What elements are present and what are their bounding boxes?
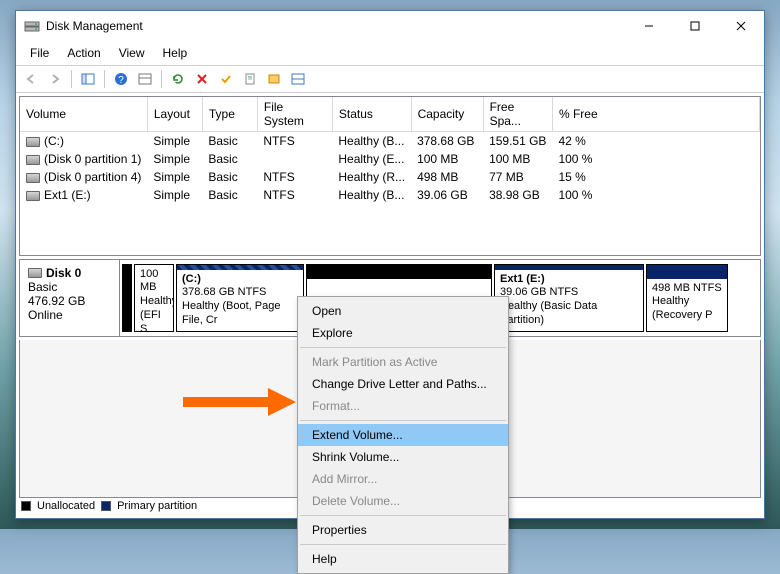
partition[interactable]: Ext1 (E:)39.06 GB NTFSHealthy (Basic Dat… [494,264,644,332]
titlebar[interactable]: Disk Management [16,11,764,41]
ctx-format: Format... [298,395,508,417]
menubar: File Action View Help [16,41,764,65]
window-title: Disk Management [46,19,626,33]
ctx-change-letter[interactable]: Change Drive Letter and Paths... [298,373,508,395]
help-button[interactable]: ? [110,68,132,90]
menu-action[interactable]: Action [59,43,108,63]
legend-swatch-unallocated [21,501,31,511]
minimize-button[interactable] [626,11,672,41]
action-button[interactable] [263,68,285,90]
scope-button[interactable] [77,68,99,90]
disk-type: Basic [28,280,57,294]
delete-button[interactable] [191,68,213,90]
col-capacity[interactable]: Capacity [411,97,483,132]
col-type[interactable]: Type [202,97,257,132]
volume-row[interactable]: (Disk 0 partition 4)SimpleBasicNTFSHealt… [20,168,760,186]
disk-state: Online [28,308,63,322]
partition[interactable]: 100 MBHealthy (EFI S [134,264,174,332]
disk-size: 476.92 GB [28,294,85,308]
ctx-open[interactable]: Open [298,300,508,322]
volume-row[interactable]: (C:)SimpleBasicNTFSHealthy (B...378.68 G… [20,132,760,151]
volume-row[interactable]: Ext1 (E:)SimpleBasicNTFSHealthy (B...39.… [20,186,760,204]
ctx-mark-active: Mark Partition as Active [298,351,508,373]
col-status[interactable]: Status [332,97,411,132]
disk-header[interactable]: Disk 0 Basic 476.92 GB Online [20,260,120,336]
volume-row[interactable]: (Disk 0 partition 1)SimpleBasicHealthy (… [20,150,760,168]
properties-button[interactable] [239,68,261,90]
col-volume[interactable]: Volume [20,97,147,132]
settings-button[interactable] [134,68,156,90]
volume-list[interactable]: Volume Layout Type File System Status Ca… [19,96,761,256]
menu-help[interactable]: Help [155,43,196,63]
disk-icon [28,268,42,278]
col-pct[interactable]: % Free [552,97,759,132]
legend-primary: Primary partition [117,500,197,512]
ctx-help[interactable]: Help [298,548,508,570]
menu-file[interactable]: File [22,43,57,63]
apply-button[interactable] [215,68,237,90]
disk-label: Disk 0 [46,266,81,280]
refresh-button[interactable] [167,68,189,90]
partition[interactable]: 498 MB NTFSHealthy (Recovery P [646,264,728,332]
layout-button[interactable] [287,68,309,90]
context-menu: Open Explore Mark Partition as Active Ch… [297,296,509,574]
legend-swatch-primary [101,501,111,511]
ctx-extend-volume[interactable]: Extend Volume... [298,424,508,446]
ctx-delete-volume: Delete Volume... [298,490,508,512]
ctx-explore[interactable]: Explore [298,322,508,344]
ctx-shrink-volume[interactable]: Shrink Volume... [298,446,508,468]
ctx-add-mirror: Add Mirror... [298,468,508,490]
app-icon [24,18,40,34]
toolbar: ? [16,65,764,93]
legend-unallocated: Unallocated [37,500,95,512]
back-button [20,68,42,90]
volume-header-row[interactable]: Volume Layout Type File System Status Ca… [20,97,760,132]
col-layout[interactable]: Layout [147,97,202,132]
partition[interactable]: (C:)378.68 GB NTFSHealthy (Boot, Page Fi… [176,264,304,332]
maximize-button[interactable] [672,11,718,41]
svg-text:?: ? [118,75,124,86]
forward-button [44,68,66,90]
col-fs[interactable]: File System [257,97,332,132]
col-free[interactable]: Free Spa... [483,97,552,132]
close-button[interactable] [718,11,764,41]
ctx-properties[interactable]: Properties [298,519,508,541]
menu-view[interactable]: View [111,43,153,63]
